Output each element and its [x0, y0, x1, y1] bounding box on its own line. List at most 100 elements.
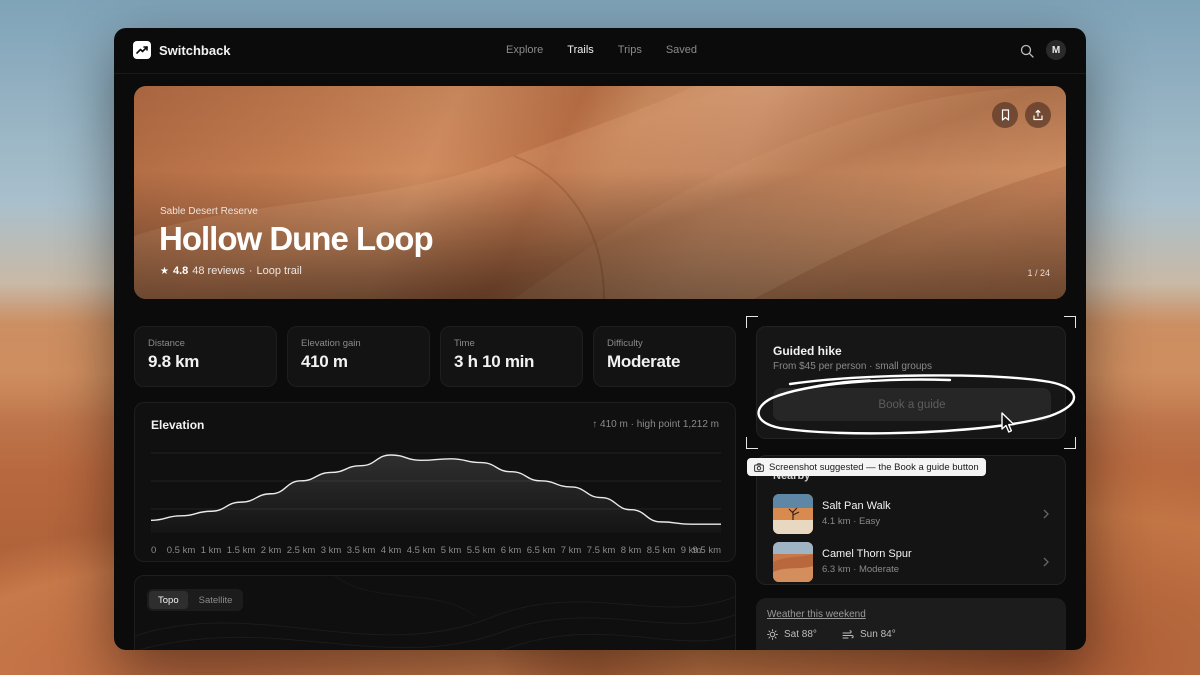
share-button[interactable] [1025, 102, 1051, 128]
elevation-area [151, 455, 721, 533]
trail-meta: ★ 4.8 48 reviews · Loop trail [160, 265, 302, 277]
elevation-title: Elevation [151, 418, 205, 432]
wind-icon [842, 629, 854, 638]
bookmark-icon [1001, 109, 1009, 121]
high-point: high point 1,212 m [636, 419, 719, 430]
stat-label: Time [454, 338, 475, 349]
selection-corner [746, 437, 758, 449]
hero-image: Sable Desert Reserve Hollow Dune Loop ★ … [134, 86, 1066, 299]
stat-value: 3 h 10 min [454, 352, 535, 371]
screenshot-suggestion-toast: Screenshot suggested — the Book a guide … [747, 458, 986, 476]
reviews-link[interactable]: 48 reviews [192, 265, 245, 277]
rating-value: 4.8 [172, 265, 189, 277]
trend-logo-icon [133, 41, 151, 59]
nearby-item-salt-pan-walk[interactable]: Salt Pan Walk 4.1 km · Easy [773, 494, 1053, 534]
nav-saved[interactable]: Saved [666, 44, 697, 56]
x-tick-label: 4.5 km [406, 545, 436, 556]
x-tick-label: 5.5 km [466, 545, 496, 556]
bookmark-button[interactable] [992, 102, 1018, 128]
selection-corner [1064, 437, 1076, 449]
map-mode-satellite[interactable]: Satellite [190, 591, 242, 609]
x-tick-label: 7 km [560, 545, 582, 556]
x-tick-label: 6 km [500, 545, 522, 556]
x-tick-label: 6.5 km [526, 545, 556, 556]
stat-difficulty: Difficulty Moderate [593, 326, 736, 387]
elevation-info: ↑ 410 m · high point 1,212 m [592, 419, 719, 430]
map-card[interactable]: Topo Satellite [134, 575, 736, 650]
x-tick-label: 3.5 km [346, 545, 376, 556]
x-tick-label: 1.5 km [226, 545, 256, 556]
nav-links: Explore Trails Trips Saved [506, 44, 697, 56]
stat-value: 410 m [301, 352, 348, 371]
app-window: Switchback Explore Trails Trips Saved M … [114, 28, 1086, 650]
nearby-name: Salt Pan Walk [822, 500, 891, 512]
app-name: Switchback [159, 42, 231, 58]
stat-elevation-gain: Elevation gain 410 m [287, 326, 430, 387]
guided-title: Guided hike [773, 344, 842, 358]
topo-lines [135, 576, 735, 650]
guided-subtitle: From $45 per person · small groups [773, 361, 932, 372]
avatar[interactable]: M [1046, 40, 1066, 60]
stat-value: Moderate [607, 352, 681, 371]
x-tick-label: 8.5 km [646, 545, 676, 556]
chevron-right-icon [1043, 509, 1049, 519]
photo-counter: 1 / 24 [1027, 268, 1050, 278]
weather-card: Weather this weekend Sat 88° Sun 84° [756, 598, 1066, 650]
mouse-cursor-icon [1001, 412, 1015, 433]
x-tick-label: 2 km [260, 545, 282, 556]
arrow-up-icon: ↑ [592, 419, 598, 430]
nearby-name: Camel Thorn Spur [822, 548, 912, 560]
x-tick-label: 2.5 km [286, 545, 316, 556]
share-icon [1033, 109, 1043, 121]
x-tick-label: 0 [151, 545, 157, 556]
selection-corner [1064, 316, 1076, 328]
top-nav: Switchback Explore Trails Trips Saved M [114, 28, 1086, 74]
x-axis-ticks: 0 0.5 km 1 km 1.5 km 2 km 2.5 km 3 km 3.5 km 4 k… [151, 545, 721, 557]
stat-distance: Distance 9.8 km [134, 326, 277, 387]
weather-sun: Sun 84° [842, 629, 896, 640]
x-tick-label: 0.5 km [166, 545, 196, 556]
elevation-chart[interactable] [151, 447, 721, 533]
trail-type: Loop trail [256, 265, 302, 277]
x-tick-label: 5 km [440, 545, 462, 556]
weather-sat-label: Sat 88° [784, 629, 817, 640]
stat-label: Difficulty [607, 338, 643, 349]
stat-label: Elevation gain [301, 338, 361, 349]
x-tick-label: 7.5 km [586, 545, 616, 556]
chevron-right-icon [1043, 557, 1049, 567]
selection-corner [746, 316, 758, 328]
x-tick-label: 4 km [380, 545, 402, 556]
page-title: Hollow Dune Loop [159, 220, 434, 257]
x-tick-label: 8 km [620, 545, 642, 556]
x-tick-label: 1 km [200, 545, 222, 556]
toast-text: Screenshot suggested — the Book a guide … [769, 461, 979, 473]
nearby-meta: 6.3 km · Moderate [822, 564, 900, 575]
weather-sat: Sat 88° [767, 629, 817, 640]
annotation-circle [757, 374, 1076, 435]
map-mode-toggle: Topo Satellite [147, 589, 244, 611]
nav-trails[interactable]: Trails [567, 44, 593, 56]
meta-separator: · [248, 265, 253, 277]
brand[interactable]: Switchback [133, 41, 231, 59]
stat-time: Time 3 h 10 min [440, 326, 583, 387]
search-icon[interactable] [1019, 43, 1035, 59]
stat-value: 9.8 km [148, 352, 200, 371]
nearby-meta: 4.1 km · Easy [822, 516, 881, 527]
star-icon: ★ [160, 265, 169, 277]
reserve-name: Sable Desert Reserve [160, 206, 258, 217]
weather-link[interactable]: Weather this weekend [767, 609, 866, 620]
camera-icon [754, 462, 764, 472]
x-tick-label: 9.5 km [692, 545, 721, 556]
nav-trips[interactable]: Trips [618, 44, 642, 56]
salt-pan-thumbnail [773, 494, 813, 534]
sun-icon [767, 629, 778, 640]
camel-thorn-thumbnail [773, 542, 813, 582]
elevation-gain: 410 m [600, 419, 628, 430]
map-mode-topo[interactable]: Topo [149, 591, 188, 609]
weather-sun-label: Sun 84° [860, 629, 896, 640]
nearby-item-camel-thorn-spur[interactable]: Camel Thorn Spur 6.3 km · Moderate [773, 542, 1053, 582]
x-tick-label: 3 km [320, 545, 342, 556]
stat-label: Distance [148, 338, 185, 349]
elevation-card: Elevation ↑ 410 m · high point 1,212 m 0… [134, 402, 736, 562]
nav-explore[interactable]: Explore [506, 44, 543, 56]
